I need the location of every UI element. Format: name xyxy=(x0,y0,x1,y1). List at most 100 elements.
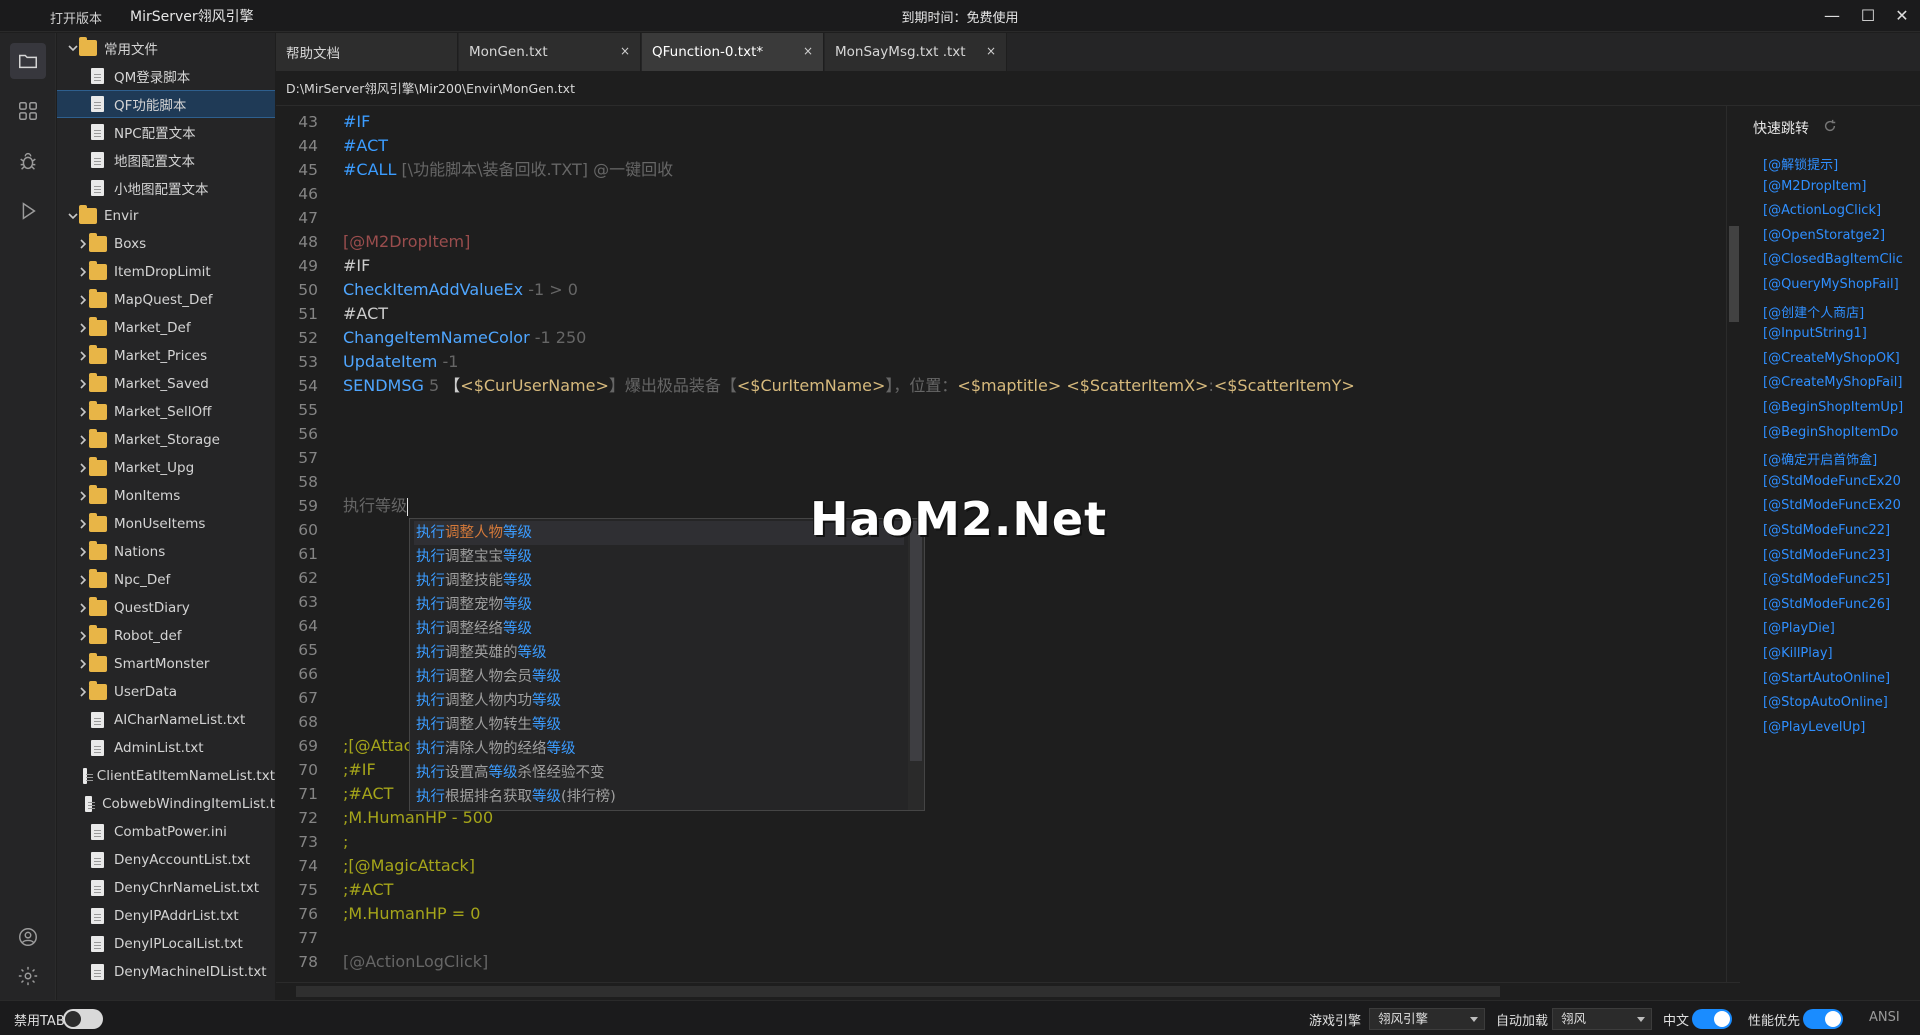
game-engine-select[interactable]: 翎风引擎 xyxy=(1369,1008,1485,1030)
code-line[interactable]: 47 xyxy=(276,206,1696,230)
quick-jump-link[interactable]: [@BeginShopItemUp] xyxy=(1763,400,1903,415)
tree-file[interactable]: QM登录脚本 xyxy=(57,63,275,89)
code-line[interactable]: 56 xyxy=(276,422,1696,446)
close-window-button[interactable]: ✕ xyxy=(1888,4,1916,28)
tree-file[interactable]: AdminList.txt xyxy=(57,735,275,761)
quick-jump-link[interactable]: [@ClosedBagItemClic xyxy=(1763,252,1903,267)
autocomplete-scroll-thumb[interactable] xyxy=(910,521,922,761)
tab-help-docs[interactable]: 帮助文档 xyxy=(276,33,458,71)
quick-jump-link[interactable]: [@PlayDie] xyxy=(1763,621,1835,636)
code-line[interactable]: 54 SENDMSG 5 【<$CurUserName>】爆出极品装备【<$Cur… xyxy=(276,374,1696,398)
tree-folder[interactable]: Nations xyxy=(57,539,275,565)
editor-horizontal-scrollbar[interactable] xyxy=(276,982,1740,1000)
tree-file[interactable]: DenyMachineIDList.txt xyxy=(57,959,275,985)
encoding-indicator[interactable]: ANSI xyxy=(1869,1010,1900,1025)
tree-folder[interactable]: ItemDropLimit xyxy=(57,259,275,285)
tree-file[interactable]: QF功能脚本 xyxy=(57,90,275,118)
autocomplete-item[interactable]: 执行调整宠物等级 xyxy=(414,593,904,617)
quick-jump-link[interactable]: [@StdModeFunc23] xyxy=(1763,548,1890,563)
quick-jump-link[interactable]: [@CreateMyShopOK] xyxy=(1763,351,1900,366)
code-line[interactable]: 57 xyxy=(276,446,1696,470)
run-icon[interactable] xyxy=(10,193,46,229)
quick-jump-link[interactable]: [@StdModeFunc26] xyxy=(1763,597,1890,612)
horizontal-scroll-thumb[interactable] xyxy=(296,986,1500,997)
tab-qfunction[interactable]: QFunction-0.txt* × xyxy=(642,33,824,71)
code-line[interactable]: 73; xyxy=(276,830,1696,854)
code-line[interactable]: 53 UpdateItem -1 xyxy=(276,350,1696,374)
folder-icon[interactable] xyxy=(10,43,46,79)
tree-folder[interactable]: 常用文件 xyxy=(57,35,275,61)
chinese-toggle[interactable] xyxy=(1692,1009,1732,1029)
tree-file[interactable]: ClientEatItemNameList.txt xyxy=(57,763,275,789)
editor-vertical-scrollbar[interactable] xyxy=(1726,106,1740,982)
quick-jump-link[interactable]: [@StdModeFuncEx20 xyxy=(1763,474,1901,489)
code-line[interactable]: 74 ;[@MagicAttack] xyxy=(276,854,1696,878)
auto-load-select[interactable]: 翎风 xyxy=(1552,1008,1652,1030)
tree-folder[interactable]: MonItems xyxy=(57,483,275,509)
code-line[interactable]: 43 #IF xyxy=(276,110,1696,134)
autocomplete-item[interactable]: 执行调整人物会员等级 xyxy=(414,665,904,689)
code-line[interactable]: 48 [@M2DropItem] xyxy=(276,230,1696,254)
tree-folder[interactable]: Market_Saved xyxy=(57,371,275,397)
quick-jump-link[interactable]: [@创建个人商店] xyxy=(1763,302,1864,321)
code-line[interactable]: 49 #IF xyxy=(276,254,1696,278)
quick-jump-link[interactable]: [@PlayLevelUp] xyxy=(1763,720,1865,735)
code-line[interactable]: 46 xyxy=(276,182,1696,206)
tree-folder[interactable]: MapQuest_Def xyxy=(57,287,275,313)
quick-jump-link[interactable]: [@M2DropItem] xyxy=(1763,179,1867,194)
code-line[interactable]: 76 ;M.HumanHP = 0 xyxy=(276,902,1696,926)
quick-jump-link[interactable]: [@StartAutoOnline] xyxy=(1763,671,1890,686)
disable-tab-toggle[interactable] xyxy=(63,1009,103,1029)
close-icon[interactable]: × xyxy=(620,44,630,58)
code-line[interactable]: 51 #ACT xyxy=(276,302,1696,326)
tree-folder[interactable]: Market_Storage xyxy=(57,427,275,453)
autocomplete-item[interactable]: 执行设置高等级杀怪经验不变 xyxy=(414,761,904,785)
tree-folder[interactable]: Boxs xyxy=(57,231,275,257)
tree-folder[interactable]: Market_Upg xyxy=(57,455,275,481)
tree-folder[interactable]: UserData xyxy=(57,679,275,705)
tree-folder[interactable]: Envir xyxy=(57,203,275,229)
quick-jump-link[interactable]: [@QueryMyShopFail] xyxy=(1763,277,1899,292)
tree-file[interactable]: NPC配置文本 xyxy=(57,119,275,145)
tree-folder[interactable]: MonUseItems xyxy=(57,511,275,537)
quick-jump-link[interactable]: [@InputString1] xyxy=(1763,326,1867,341)
autocomplete-item[interactable]: 执行调整人物内功等级 xyxy=(414,689,904,713)
tree-file[interactable]: DenyAccountList.txt xyxy=(57,847,275,873)
tab-monsaymsg[interactable]: MonSayMsg.txt .txt × xyxy=(825,33,1007,71)
autocomplete-item[interactable]: 执行根据排名获取等级(排行榜) xyxy=(414,785,904,809)
performance-priority-toggle[interactable] xyxy=(1803,1009,1843,1029)
quick-jump-link[interactable]: [@解锁提示] xyxy=(1763,154,1838,173)
quick-jump-link[interactable]: [@ActionLogClick] xyxy=(1763,203,1881,218)
tree-file[interactable]: DenyChrNameList.txt xyxy=(57,875,275,901)
tree-file[interactable]: 地图配置文本 xyxy=(57,147,275,173)
autocomplete-item[interactable]: 执行调整宝宝等级 xyxy=(414,545,904,569)
quick-jump-link[interactable]: [@BeginShopItemDo xyxy=(1763,425,1898,440)
tree-file[interactable]: DenyIPLocalList.txt xyxy=(57,931,275,957)
bug-icon[interactable] xyxy=(10,143,46,179)
code-line[interactable]: 58 xyxy=(276,470,1696,494)
tree-folder[interactable]: Market_Def xyxy=(57,315,275,341)
tab-mongen[interactable]: MonGen.txt × xyxy=(459,33,641,71)
tree-folder[interactable]: Npc_Def xyxy=(57,567,275,593)
tree-folder[interactable]: Robot_def xyxy=(57,623,275,649)
tree-file[interactable]: CombatPower.ini xyxy=(57,819,275,845)
autocomplete-item[interactable]: 执行调整经络等级 xyxy=(414,617,904,641)
code-line[interactable]: 75 ;#ACT xyxy=(276,878,1696,902)
code-line[interactable]: 50 CheckItemAddValueEx -1 > 0 xyxy=(276,278,1696,302)
tree-folder[interactable]: SmartMonster xyxy=(57,651,275,677)
quick-jump-link[interactable]: [@StdModeFuncEx20 xyxy=(1763,498,1901,513)
code-line[interactable]: 78 [@ActionLogClick] xyxy=(276,950,1696,974)
code-line[interactable]: 44 #ACT xyxy=(276,134,1696,158)
autocomplete-item[interactable]: 执行清除人物的经络等级 xyxy=(414,737,904,761)
maximize-button[interactable]: ☐ xyxy=(1854,4,1882,28)
code-line[interactable]: 55 xyxy=(276,398,1696,422)
tree-file[interactable]: AICharNameList.txt xyxy=(57,707,275,733)
code-line[interactable]: 45 #CALL [\功能脚本\装备回收.TXT] @一键回收 xyxy=(276,158,1696,182)
tree-folder[interactable]: QuestDiary xyxy=(57,595,275,621)
autocomplete-item[interactable]: 执行调整人物转生等级 xyxy=(414,713,904,737)
vertical-scroll-thumb[interactable] xyxy=(1729,226,1739,322)
autocomplete-scrollbar[interactable] xyxy=(908,519,924,810)
refresh-icon[interactable] xyxy=(1823,119,1837,133)
autocomplete-item[interactable]: 执行调整技能等级 xyxy=(414,569,904,593)
tree-folder[interactable]: Market_Prices xyxy=(57,343,275,369)
